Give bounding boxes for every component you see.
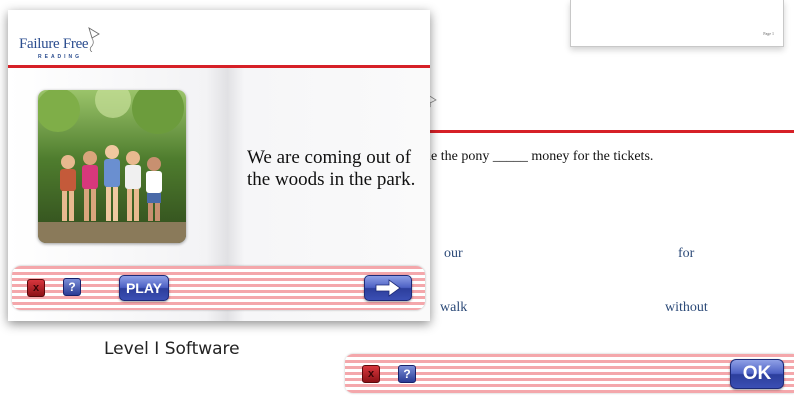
reading-passage: We are coming out of the woods in the pa…	[247, 147, 415, 191]
header-divider	[8, 65, 430, 68]
exit-button[interactable]: x	[27, 279, 45, 297]
kite-icon	[88, 27, 100, 52]
brand-logo-text: Failure Free	[19, 36, 89, 52]
choice-for[interactable]: for	[678, 246, 694, 262]
ok-button[interactable]: OK	[730, 359, 784, 389]
help-button[interactable]: ?	[398, 365, 416, 383]
lesson-header: Failure Free READING	[8, 10, 430, 65]
brand-logo-subtext: READING	[38, 54, 83, 60]
quiz-toolbar: x ? OK	[345, 354, 794, 393]
page-preview-card: Page 1	[570, 0, 784, 47]
reading-line: the woods in the park.	[247, 169, 416, 190]
page-number-label: Page 1	[763, 31, 774, 36]
caption-label: Level I Software	[104, 339, 240, 359]
exit-button[interactable]: x	[362, 365, 380, 383]
arrow-right-icon	[375, 279, 401, 297]
lesson-window: Failure Free READING We are coming out o…	[8, 10, 430, 321]
reading-line: We are coming out of	[247, 147, 412, 168]
help-button[interactable]: ?	[63, 278, 81, 296]
play-button[interactable]: PLAY	[119, 275, 169, 301]
choice-without[interactable]: without	[665, 300, 708, 316]
fill-in-sentence: de the pony _____ money for the tickets.	[424, 149, 654, 164]
story-photo	[38, 90, 186, 243]
next-button[interactable]	[364, 275, 412, 301]
lesson-toolbar: x ? PLAY	[12, 266, 425, 310]
choice-our[interactable]: our	[444, 246, 463, 262]
choice-walk[interactable]: walk	[440, 300, 467, 316]
